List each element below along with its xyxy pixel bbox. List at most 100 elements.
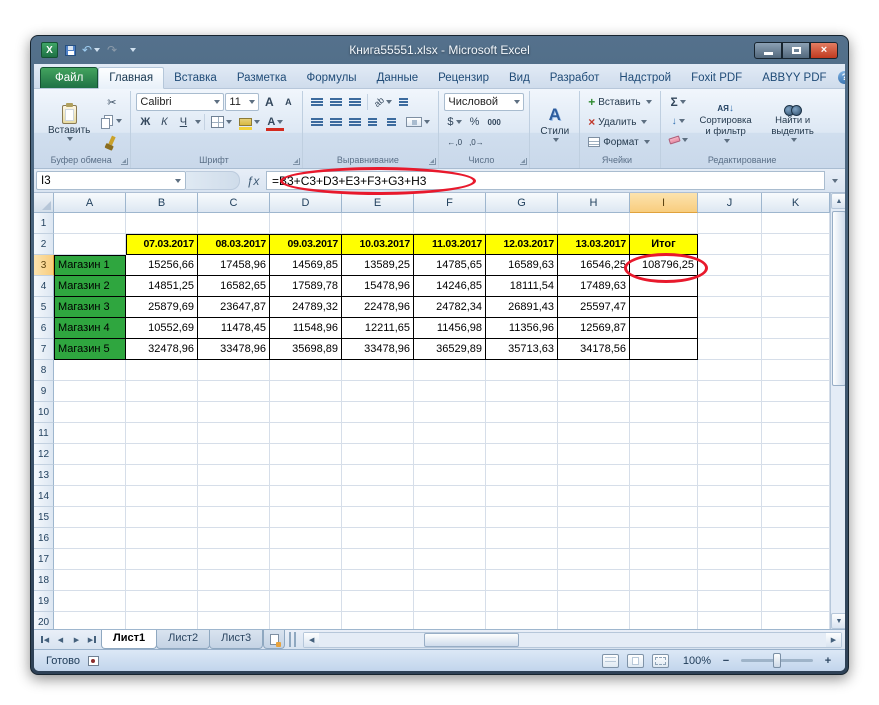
cell-A6[interactable]: Магазин 4 (54, 318, 126, 339)
cell-K19[interactable] (762, 591, 830, 612)
cell-G1[interactable] (486, 213, 558, 234)
cell-I17[interactable] (630, 549, 698, 570)
cell-G15[interactable] (486, 507, 558, 528)
cell-H3[interactable]: 16546,25 (558, 255, 630, 276)
cell-A3[interactable]: Магазин 1 (54, 255, 126, 276)
cell-J9[interactable] (698, 381, 762, 402)
cell-F14[interactable] (414, 486, 486, 507)
cell-C20[interactable] (198, 612, 270, 629)
excel-logo-icon[interactable]: X (41, 42, 58, 58)
decrease-decimal-button[interactable]: ,0→ (466, 133, 487, 151)
cell-C2[interactable]: 08.03.2017 (198, 234, 270, 255)
cell-C5[interactable]: 23647,87 (198, 297, 270, 318)
column-header-J[interactable]: J (698, 193, 762, 213)
select-all-corner[interactable] (34, 193, 54, 213)
insert-worksheet-tab[interactable] (263, 630, 286, 649)
delete-cells-button[interactable]: × Удалить (585, 113, 650, 131)
cell-G20[interactable] (486, 612, 558, 629)
cell-B13[interactable] (126, 465, 198, 486)
cell-A9[interactable] (54, 381, 126, 402)
wrap-text-button[interactable] (396, 93, 414, 111)
cell-D1[interactable] (270, 213, 342, 234)
cell-A17[interactable] (54, 549, 126, 570)
font-dialog-launcher[interactable] (293, 158, 301, 165)
cell-F8[interactable] (414, 360, 486, 381)
cell-H5[interactable]: 25597,47 (558, 297, 630, 318)
cell-I14[interactable] (630, 486, 698, 507)
last-sheet-button[interactable]: ▶ (85, 632, 100, 647)
zoom-slider-thumb[interactable] (773, 653, 781, 668)
comma-style-button[interactable]: 000 (485, 113, 504, 131)
cell-G3[interactable]: 16589,63 (486, 255, 558, 276)
cell-C1[interactable] (198, 213, 270, 234)
ribbon-tab-Вид[interactable]: Вид (499, 68, 540, 88)
cell-H11[interactable] (558, 423, 630, 444)
cell-I6[interactable] (630, 318, 698, 339)
qat-menu-button[interactable] (124, 42, 140, 59)
cell-J11[interactable] (698, 423, 762, 444)
cell-I15[interactable] (630, 507, 698, 528)
borders-button[interactable] (208, 113, 235, 131)
cell-A19[interactable] (54, 591, 126, 612)
cell-K4[interactable] (762, 276, 830, 297)
cell-H10[interactable] (558, 402, 630, 423)
decrease-indent-button[interactable] (365, 113, 383, 131)
alignment-dialog-launcher[interactable] (429, 158, 437, 165)
page-layout-view-button[interactable] (626, 653, 644, 668)
cell-C12[interactable] (198, 444, 270, 465)
cell-C11[interactable] (198, 423, 270, 444)
cell-A8[interactable] (54, 360, 126, 381)
increase-decimal-button[interactable]: ←,0 (444, 133, 465, 151)
cell-G9[interactable] (486, 381, 558, 402)
cell-I2[interactable]: Итог (630, 234, 698, 255)
cell-D19[interactable] (270, 591, 342, 612)
cell-C9[interactable] (198, 381, 270, 402)
name-box[interactable]: I3 (36, 171, 186, 190)
cell-J14[interactable] (698, 486, 762, 507)
ribbon-tab-Формулы[interactable]: Формулы (297, 68, 367, 88)
cell-B1[interactable] (126, 213, 198, 234)
page-break-view-button[interactable] (651, 653, 669, 668)
row-header-15[interactable]: 15 (34, 507, 54, 528)
cell-H13[interactable] (558, 465, 630, 486)
underline-button[interactable]: Ч (174, 113, 192, 131)
horizontal-scroll-thumb[interactable] (424, 632, 520, 647)
cell-D13[interactable] (270, 465, 342, 486)
copy-button[interactable] (98, 112, 125, 130)
cell-K13[interactable] (762, 465, 830, 486)
cell-D5[interactable]: 24789,32 (270, 297, 342, 318)
fill-button[interactable]: ↓ (666, 112, 691, 130)
restore-button[interactable] (782, 41, 810, 59)
row-header-5[interactable]: 5 (34, 297, 54, 318)
cell-A11[interactable] (54, 423, 126, 444)
cell-B18[interactable] (126, 570, 198, 591)
cell-J10[interactable] (698, 402, 762, 423)
ribbon-tab-Главная[interactable]: Главная (98, 67, 165, 89)
cell-C18[interactable] (198, 570, 270, 591)
cell-E15[interactable] (342, 507, 414, 528)
cell-H16[interactable] (558, 528, 630, 549)
cell-B11[interactable] (126, 423, 198, 444)
redo-button[interactable]: ↷ (104, 42, 120, 59)
cell-E16[interactable] (342, 528, 414, 549)
row-header-1[interactable]: 1 (34, 213, 54, 234)
sheet-tab-Лист2[interactable]: Лист2 (156, 630, 211, 649)
cell-K17[interactable] (762, 549, 830, 570)
cell-E8[interactable] (342, 360, 414, 381)
insert-cells-button[interactable]: + Вставить (585, 93, 654, 111)
cell-C3[interactable]: 17458,96 (198, 255, 270, 276)
row-header-10[interactable]: 10 (34, 402, 54, 423)
cell-B8[interactable] (126, 360, 198, 381)
cell-C15[interactable] (198, 507, 270, 528)
cell-E12[interactable] (342, 444, 414, 465)
align-middle-button[interactable] (327, 93, 345, 111)
cell-J18[interactable] (698, 570, 762, 591)
previous-sheet-button[interactable]: ◀ (53, 632, 68, 647)
cell-C13[interactable] (198, 465, 270, 486)
cell-K12[interactable] (762, 444, 830, 465)
macro-record-icon[interactable] (87, 655, 99, 666)
cell-H7[interactable]: 34178,56 (558, 339, 630, 360)
cell-A20[interactable] (54, 612, 126, 629)
cell-H9[interactable] (558, 381, 630, 402)
fill-color-button[interactable] (236, 113, 263, 131)
